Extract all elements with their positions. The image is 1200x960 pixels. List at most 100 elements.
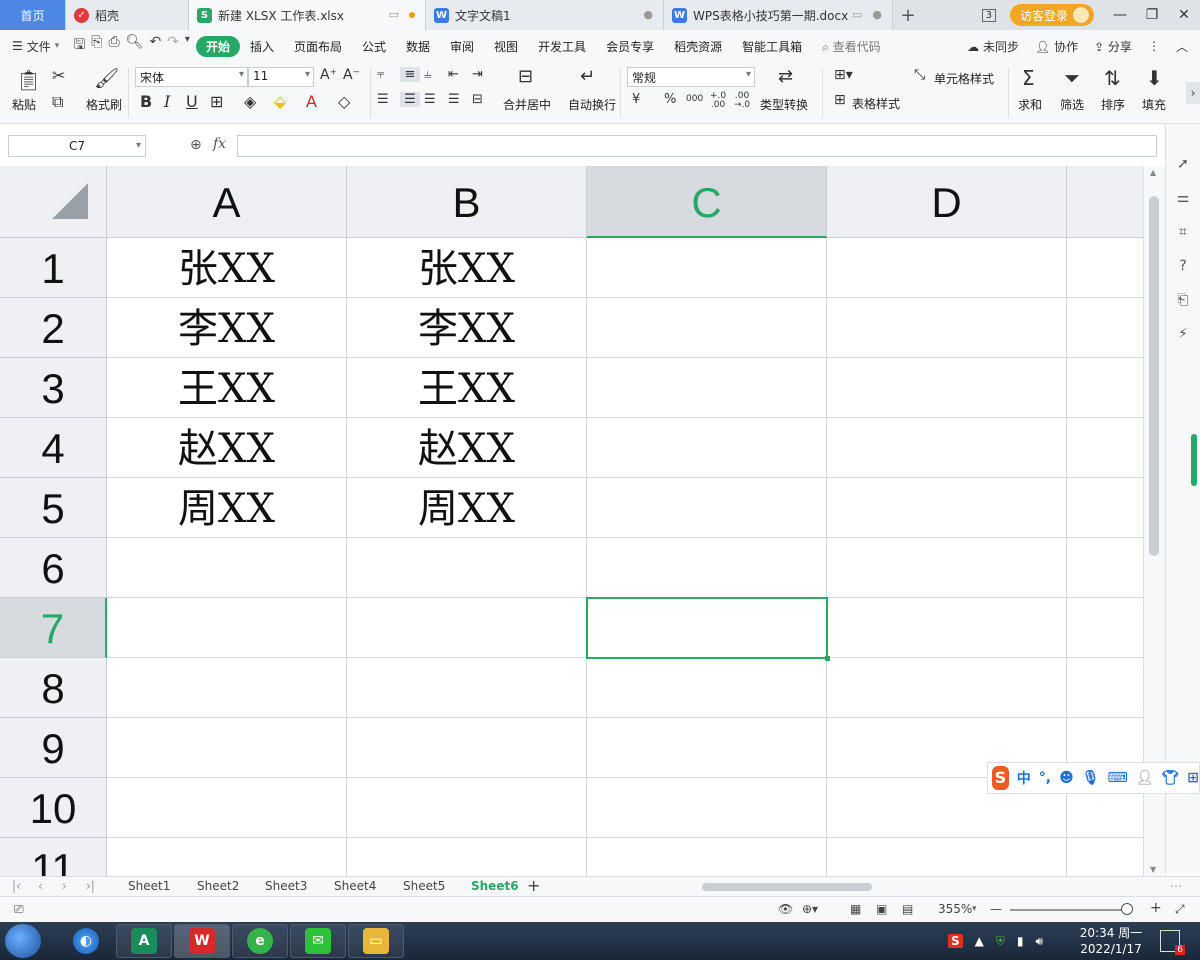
row-header-3[interactable]: 3 — [0, 358, 107, 418]
row-header-8[interactable]: 8 — [0, 658, 107, 718]
file-menu[interactable]: ☰ 文件 ▾ — [0, 38, 67, 55]
number-format-select[interactable]: 常规 — [627, 67, 755, 87]
show-hidden-icons-icon[interactable]: ▲ — [975, 934, 984, 948]
cell-style-icon[interactable]: ⤡ — [914, 67, 925, 83]
cell-d1[interactable] — [827, 238, 1067, 298]
menu-item-start[interactable]: 开始 — [195, 35, 240, 57]
column-header-c[interactable]: C — [587, 166, 827, 238]
highlight-icon[interactable]: ⬙ — [274, 92, 286, 111]
paste-icon[interactable]: 📋︎ — [16, 68, 41, 92]
function-icon[interactable]: fx — [213, 136, 226, 152]
cell-e11[interactable] — [1067, 838, 1143, 876]
cell-d3[interactable] — [827, 358, 1067, 418]
font-name-select[interactable]: 宋体 — [135, 67, 248, 87]
cell-c1[interactable] — [587, 238, 827, 298]
zoom-slider[interactable] — [1010, 909, 1130, 911]
new-tab-button[interactable]: + — [893, 0, 923, 30]
row-header-2[interactable]: 2 — [0, 298, 107, 358]
security-shield-icon[interactable]: ⛨ — [996, 934, 1005, 949]
row-header-11[interactable]: 11 — [0, 838, 107, 876]
wrap-text-icon[interactable]: ↵ — [580, 66, 595, 87]
sort-icon[interactable]: ⇅ — [1104, 66, 1121, 90]
sheet-tab-6[interactable]: Sheet6 — [471, 879, 519, 893]
share-button[interactable]: ⇪ 分享 — [1094, 38, 1132, 55]
cell-e2[interactable] — [1067, 298, 1143, 358]
menu-item-review[interactable]: 审阅 — [440, 38, 484, 55]
merge-center-button[interactable]: 合并居中 — [503, 96, 551, 113]
cell-b10[interactable] — [347, 778, 587, 838]
cell-e1[interactable] — [1067, 238, 1143, 298]
taskbar-app-wechat[interactable]: ✉ — [290, 924, 346, 958]
bold-button[interactable]: B — [140, 92, 152, 111]
cell-a4[interactable]: 赵XX — [107, 418, 347, 478]
tab-daoke[interactable]: ✓ 稻壳 — [66, 0, 189, 30]
taskbar-app-browser[interactable]: ◐ — [58, 924, 114, 958]
cell-c4[interactable] — [587, 418, 827, 478]
sum-button[interactable]: 求和 — [1018, 96, 1042, 113]
row-header-10[interactable]: 10 — [0, 778, 107, 838]
cell-a5[interactable]: 周XX — [107, 478, 347, 538]
font-color-icon[interactable]: A — [306, 92, 317, 111]
cell-a8[interactable] — [107, 658, 347, 718]
cell-a11[interactable] — [107, 838, 347, 876]
cut-icon[interactable]: ✂ — [52, 66, 65, 85]
taskbar-app-360[interactable]: e — [232, 924, 288, 958]
toolbox-icon[interactable]: ⊞ — [1187, 770, 1199, 786]
cell-a2[interactable]: 李XX — [107, 298, 347, 358]
help-icon[interactable]: ? — [1174, 258, 1192, 276]
scroll-up-icon[interactable]: ▲ — [1150, 168, 1156, 177]
backup-icon[interactable]: ⎗ — [1174, 292, 1192, 310]
indent-increase-icon[interactable]: ⇥ — [472, 67, 483, 82]
zoom-in-icon[interactable]: + — [1150, 900, 1162, 916]
vertical-scroll-thumb[interactable] — [1149, 196, 1159, 556]
collab-button[interactable]: 👤︎ 协作 — [1035, 38, 1078, 55]
action-center-icon[interactable]: 6 — [1160, 930, 1185, 955]
cell-d2[interactable] — [827, 298, 1067, 358]
taskbar-app-wps[interactable]: W — [174, 924, 230, 958]
monitor-icon[interactable]: ▭ — [389, 8, 399, 21]
row-header-5[interactable]: 5 — [0, 478, 107, 538]
eye-protection-icon[interactable]: 👁︎ — [778, 902, 793, 916]
keyboard-icon[interactable]: ⌨ — [1107, 770, 1127, 786]
cell-a7[interactable] — [107, 598, 347, 658]
currency-button[interactable]: ¥ — [632, 92, 640, 107]
cell-c10[interactable] — [587, 778, 827, 838]
minimize-icon[interactable]: — — [1104, 7, 1136, 23]
restore-icon[interactable]: ❐ — [1136, 7, 1168, 23]
normal-view-icon[interactable]: ▦ — [850, 902, 861, 916]
cell-a9[interactable] — [107, 718, 347, 778]
more-dropdown-icon[interactable]: ▾ — [185, 34, 190, 58]
network-icon[interactable]: ▮ — [1017, 934, 1024, 948]
align-left-icon[interactable]: ☰ — [377, 92, 389, 107]
paste-button[interactable]: 粘贴 — [12, 96, 36, 113]
last-sheet-icon[interactable]: ›| — [86, 879, 95, 893]
cell-c3[interactable] — [587, 358, 827, 418]
cell-b8[interactable] — [347, 658, 587, 718]
tab-doc2[interactable]: W WPS表格小技巧第一期.docx ▭ ● — [664, 0, 893, 30]
horizontal-scrollbar[interactable] — [690, 881, 1130, 893]
tab-doc1[interactable]: W 文字文稿1 ● — [426, 0, 664, 30]
zoom-dropdown-icon[interactable]: ▾ — [972, 904, 977, 914]
row-header-1[interactable]: 1 — [0, 238, 107, 298]
align-bottom-icon[interactable]: ⫨ — [424, 67, 431, 82]
volume-icon[interactable]: 🔊︎ — [1036, 934, 1044, 949]
more-dots-icon[interactable]: ⋯ — [1170, 879, 1182, 893]
column-header-a[interactable]: A — [107, 166, 347, 238]
menu-item-page-layout[interactable]: 页面布局 — [284, 38, 352, 55]
cell-a6[interactable] — [107, 538, 347, 598]
more-menu-icon[interactable]: ⋮ — [1148, 39, 1160, 53]
skin-icon[interactable]: 👕︎ — [1161, 770, 1179, 786]
taskbar-clock[interactable]: 20:34 周一 2022/1/17 — [1076, 925, 1146, 957]
row-header-7[interactable]: 7 — [0, 598, 107, 658]
cell-e5[interactable] — [1067, 478, 1143, 538]
page-break-view-icon[interactable]: ▤ — [902, 902, 913, 916]
formula-input[interactable] — [237, 135, 1157, 157]
window-count-badge[interactable]: 3 — [981, 8, 996, 22]
cell-b7[interactable] — [347, 598, 587, 658]
horizontal-scroll-thumb[interactable] — [702, 883, 872, 891]
cell-b5[interactable]: 周XX — [347, 478, 587, 538]
menu-item-view[interactable]: 视图 — [484, 38, 528, 55]
decrease-font-icon[interactable]: A⁻ — [343, 67, 360, 83]
menu-item-member[interactable]: 会员专享 — [596, 38, 664, 55]
align-top-icon[interactable]: ⫧ — [377, 67, 384, 82]
